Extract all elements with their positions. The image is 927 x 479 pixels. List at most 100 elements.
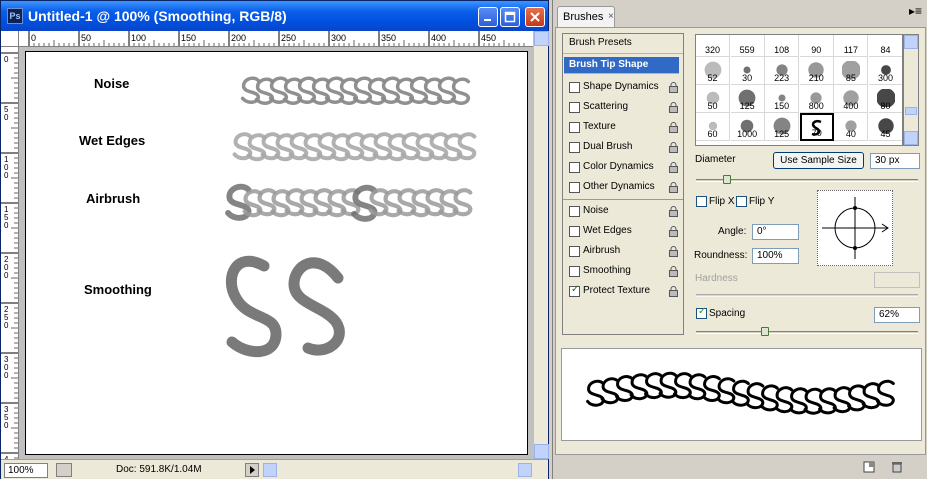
spacing-checkbox[interactable] — [696, 306, 707, 319]
brush-preset-cell[interactable]: 108 — [765, 35, 800, 57]
brush-preset-cell[interactable]: 320 — [696, 35, 730, 57]
horizontal-ruler: 0 50 100 150 200 250 300 350 400 450 — [19, 31, 533, 47]
brush-preset-cell[interactable]: 559 — [730, 35, 765, 57]
option-checkbox[interactable] — [569, 142, 580, 153]
panel-menu-icon[interactable]: ▸≡ — [909, 4, 922, 18]
scroll-right-button[interactable] — [518, 463, 532, 477]
close-button[interactable] — [525, 7, 545, 27]
maximize-button[interactable] — [500, 7, 520, 27]
grid-scroll-up-button[interactable] — [904, 35, 918, 49]
lock-icon[interactable] — [669, 142, 678, 153]
lock-icon[interactable] — [669, 162, 678, 173]
brush-preset-cell[interactable]: 125 — [730, 85, 765, 113]
horizontal-scrollbar[interactable] — [263, 463, 531, 477]
option-checkbox[interactable] — [569, 246, 580, 257]
brush-preset-cell[interactable]: 117 — [834, 35, 869, 57]
option-smoothing[interactable]: Smoothing — [563, 262, 683, 282]
status-menu-arrow-icon[interactable] — [245, 463, 259, 477]
lock-icon[interactable] — [669, 266, 678, 277]
lock-icon[interactable] — [669, 102, 678, 113]
option-airbrush[interactable]: Airbrush — [563, 242, 683, 262]
option-checkbox[interactable] — [569, 226, 580, 237]
brush-preset-cell[interactable]: 800 — [799, 85, 834, 113]
option-checkbox[interactable] — [569, 206, 580, 217]
flip-x-checkbox[interactable] — [696, 196, 707, 207]
spacing-slider[interactable] — [696, 331, 918, 334]
option-brush-presets[interactable]: Brush Presets — [563, 34, 683, 54]
preset-grid-scrollbar[interactable] — [903, 34, 919, 146]
brush-preset-cell[interactable]: 210 — [799, 57, 834, 85]
lock-icon[interactable] — [669, 82, 678, 93]
option-shape-dynamics[interactable]: Shape Dynamics — [563, 78, 683, 98]
brush-preset-cell[interactable]: 90 — [799, 35, 834, 57]
option-label: Shape Dynamics — [583, 81, 659, 92]
option-checkbox[interactable] — [569, 284, 580, 297]
grid-scroll-down-button[interactable] — [904, 131, 918, 145]
diameter-slider-thumb[interactable] — [723, 175, 732, 184]
option-checkbox[interactable] — [569, 122, 580, 133]
option-checkbox[interactable] — [569, 102, 580, 113]
option-brush-tip-shape[interactable]: Brush Tip Shape — [564, 57, 679, 74]
vertical-scrollbar[interactable] — [533, 31, 549, 459]
brush-preset-cell[interactable]: 40 — [834, 113, 869, 141]
lock-icon[interactable] — [669, 206, 678, 217]
use-sample-size-button[interactable]: Use Sample Size — [773, 152, 864, 169]
brush-preset-cell[interactable]: 50 — [696, 85, 730, 113]
flip-y-checkbox[interactable] — [736, 196, 747, 207]
canvas[interactable]: Noise Wet Edges Airbrush Smoothing — [25, 51, 528, 455]
spacing-field[interactable]: 62% — [874, 307, 920, 323]
brush-preset-cell[interactable]: 400 — [834, 85, 869, 113]
option-dual-brush[interactable]: Dual Brush — [563, 138, 683, 158]
angle-field[interactable]: 0° — [752, 224, 799, 240]
brush-preset-cell[interactable]: 52 — [696, 57, 730, 85]
lock-icon[interactable] — [669, 286, 678, 297]
brush-preset-cell[interactable]: 30 — [730, 57, 765, 85]
option-scattering[interactable]: Scattering — [563, 98, 683, 118]
diameter-field[interactable]: 30 px — [870, 153, 920, 169]
option-protect-texture[interactable]: Protect Texture — [563, 282, 683, 302]
brush-preset-cell[interactable]: 223 — [765, 57, 800, 85]
option-checkbox[interactable] — [569, 182, 580, 193]
brush-preset-cell[interactable]: 85 — [834, 57, 869, 85]
lock-icon[interactable] — [669, 182, 678, 193]
option-checkbox[interactable] — [569, 82, 580, 93]
tab-close-icon[interactable]: × — [608, 11, 614, 22]
trash-icon[interactable] — [891, 461, 903, 473]
ruler-left-label: 0 — [4, 55, 9, 64]
roundness-field[interactable]: 100% — [752, 248, 799, 264]
option-checkbox[interactable] — [569, 266, 580, 277]
tab-brushes[interactable]: Brushes × — [557, 6, 615, 27]
brush-preset-grid[interactable]: 320 559 108 90 117 84 52 30 223 210 85 300 50 125 150 8… — [695, 34, 903, 146]
lock-icon[interactable] — [669, 122, 678, 133]
option-wet-edges[interactable]: Wet Edges — [563, 222, 683, 242]
option-checkbox[interactable] — [569, 162, 580, 173]
document-title-bar[interactable]: Ps Untitled-1 @ 100% (Smoothing, RGB/8) — [1, 1, 548, 31]
brush-preset-cell[interactable]: 150 — [765, 85, 800, 113]
status-info-icon[interactable] — [56, 463, 72, 477]
brush-preset-cell[interactable]: 80 — [869, 85, 902, 113]
new-brush-icon[interactable] — [863, 461, 875, 473]
brushes-panel: Brushes × ▸≡ Brush Presets Brush Tip Sha… — [552, 0, 927, 479]
brush-preset-cell[interactable]: 300 — [869, 57, 902, 85]
scroll-left-button[interactable] — [263, 463, 277, 477]
brush-preset-cell[interactable]: 1000 — [730, 113, 765, 141]
option-noise[interactable]: Noise — [563, 202, 683, 222]
lock-icon[interactable] — [669, 226, 678, 237]
brush-preset-cell[interactable]: 70 — [799, 113, 834, 141]
brush-preset-cell[interactable]: 60 — [696, 113, 730, 141]
minimize-button[interactable] — [478, 7, 498, 27]
angle-roundness-preview[interactable] — [817, 190, 893, 266]
brush-preset-cell[interactable]: 45 — [869, 113, 902, 141]
brush-preset-cell[interactable]: 125 — [765, 113, 800, 141]
scroll-up-button[interactable] — [534, 31, 549, 46]
option-texture[interactable]: Texture — [563, 118, 683, 138]
option-other-dynamics[interactable]: Other Dynamics — [563, 178, 683, 198]
panel-body: Brush Presets Brush Tip Shape Shape Dyna… — [555, 27, 926, 455]
zoom-field[interactable]: 100% — [4, 463, 48, 478]
brush-preset-cell[interactable]: 84 — [869, 35, 902, 57]
grid-scroll-thumb[interactable] — [905, 107, 917, 115]
lock-icon[interactable] — [669, 246, 678, 257]
scroll-down-button[interactable] — [534, 444, 549, 459]
option-color-dynamics[interactable]: Color Dynamics — [563, 158, 683, 178]
spacing-slider-thumb[interactable] — [760, 327, 769, 336]
